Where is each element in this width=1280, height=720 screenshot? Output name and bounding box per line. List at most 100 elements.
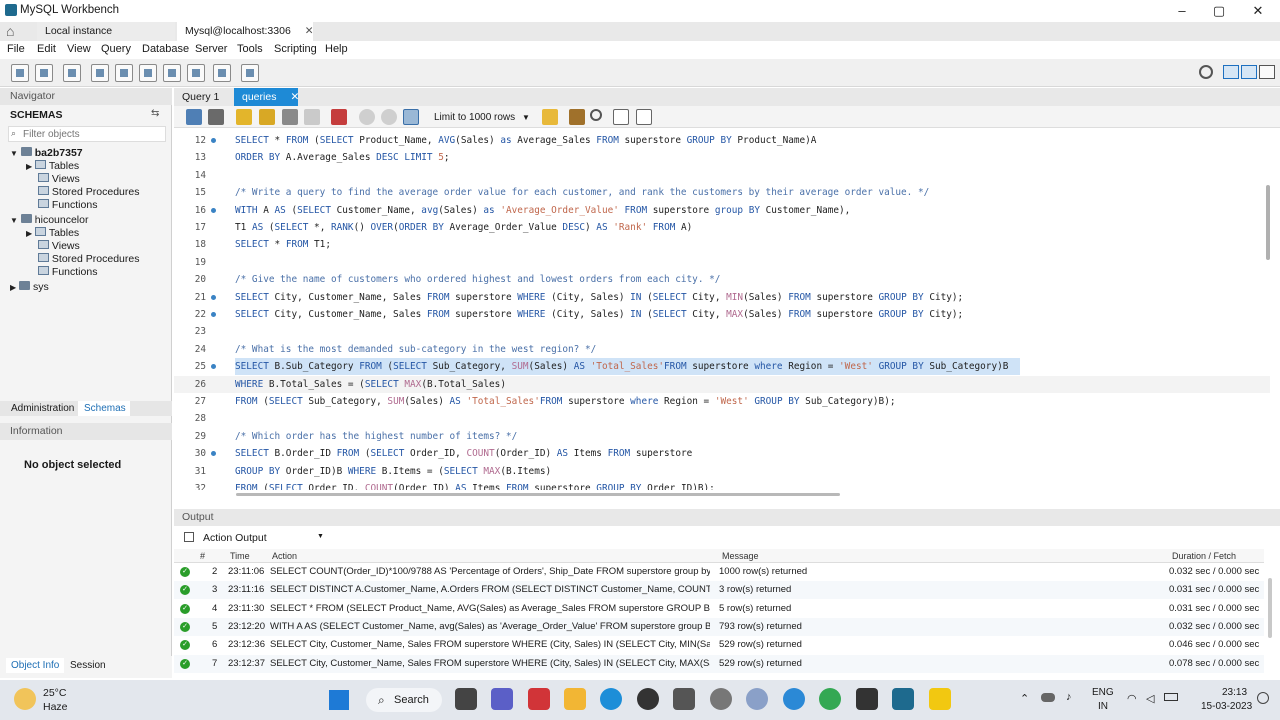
minimize-icon[interactable]: – — [1167, 2, 1197, 20]
limit-rows-select[interactable]: Limit to 1000 rows ▼ — [430, 109, 530, 126]
tree-item-views[interactable]: Views — [38, 240, 80, 252]
weather-temp[interactable]: 25°C — [43, 687, 66, 699]
sql-code-editor[interactable]: 12 SELECT * FROM (SELECT Product_Name, AV… — [174, 129, 1270, 490]
collapse-icon[interactable]: ▶ — [26, 162, 32, 171]
col-message[interactable]: Message — [722, 551, 759, 561]
menu-database[interactable]: Database — [142, 43, 189, 55]
code-line[interactable]: 14 — [174, 167, 1270, 184]
commit-icon[interactable] — [359, 109, 375, 125]
weather-icon[interactable] — [14, 688, 36, 710]
language-code[interactable]: ENG — [1092, 687, 1114, 698]
clock-time[interactable]: 23:13 — [1222, 687, 1247, 698]
open-file-icon[interactable] — [186, 109, 202, 125]
office-icon[interactable] — [528, 688, 550, 710]
settings-app-icon[interactable] — [710, 688, 732, 710]
volume-icon[interactable]: ◁ — [1146, 692, 1154, 705]
editor-horizontal-scrollbar[interactable] — [236, 493, 840, 496]
menu-query[interactable]: Query — [101, 43, 131, 55]
tab-schemas[interactable]: Schemas — [78, 401, 130, 416]
power-bi-icon[interactable] — [929, 688, 951, 710]
menu-edit[interactable]: Edit — [37, 43, 56, 55]
edge-icon[interactable] — [600, 688, 622, 710]
execute-icon[interactable] — [236, 109, 252, 125]
dell-icon[interactable] — [637, 688, 659, 710]
tree-item-tables[interactable]: ▶ Tables — [26, 160, 79, 172]
expand-icon[interactable]: ▼ — [10, 149, 18, 158]
close-tab-icon[interactable]: ✕ — [290, 91, 299, 103]
new-sql-tab-icon[interactable] — [11, 64, 29, 82]
schema-ba2b7357[interactable]: ▼ ba2b7357 — [10, 147, 83, 159]
find-icon[interactable] — [590, 109, 602, 121]
store-icon[interactable] — [673, 688, 695, 710]
tab-query-1[interactable]: Query 1 — [174, 88, 232, 106]
create-schema-icon[interactable] — [91, 64, 109, 82]
menu-scripting[interactable]: Scripting — [274, 43, 317, 55]
code-line[interactable]: 30 SELECT B.Order_ID FROM (SELECT Order_I… — [174, 445, 1270, 462]
toggle-error-stop-icon[interactable] — [331, 109, 347, 125]
invisible-chars-icon[interactable] — [613, 109, 629, 125]
tree-item-views[interactable]: Views — [38, 173, 80, 185]
schema-sys[interactable]: ▶ sys — [10, 281, 49, 293]
code-line[interactable]: 23 — [174, 323, 1270, 340]
tab-session[interactable]: Session — [70, 658, 106, 673]
code-line[interactable]: 20 /* Give the name of customers who orde… — [174, 271, 1270, 288]
col-time[interactable]: Time — [230, 551, 250, 561]
output-scrollbar[interactable] — [1268, 578, 1272, 638]
code-line[interactable]: 29 /* Which order has the highest number … — [174, 428, 1270, 445]
create-procedure-icon[interactable] — [163, 64, 181, 82]
chevron-down-icon[interactable]: ▼ — [317, 533, 324, 540]
code-line[interactable]: 17 T1 AS (SELECT *, RANK() OVER(ORDER BY … — [174, 219, 1270, 236]
microphone-icon[interactable]: ♪ — [1066, 691, 1072, 703]
word-wrap-icon[interactable] — [636, 109, 652, 125]
mysql-workbench-taskbar-icon[interactable] — [892, 688, 914, 710]
beautify-icon[interactable] — [542, 109, 558, 125]
battery-icon[interactable] — [1164, 693, 1178, 701]
menu-help[interactable]: Help — [325, 43, 348, 55]
code-line[interactable]: 24 /* What is the most demanded sub-categ… — [174, 341, 1270, 358]
code-line[interactable]: 22 SELECT City, Customer_Name, Sales FROM… — [174, 306, 1270, 323]
stop-icon[interactable] — [304, 109, 320, 125]
code-line[interactable]: 18 SELECT * FROM T1; — [174, 236, 1270, 253]
output-row[interactable]: ✓ 3 23:11:16 SELECT DISTINCT A.Customer_Nam… — [174, 581, 1264, 600]
code-line[interactable]: 32 FROM (SELECT Order_ID, COUNT(Order_ID)… — [174, 480, 1270, 490]
collapse-icon[interactable]: ▶ — [26, 229, 32, 238]
save-icon[interactable] — [208, 109, 224, 125]
col-number[interactable]: # — [200, 551, 205, 561]
code-line[interactable]: 26 WHERE B.Total_Sales = (SELECT MAX(B.To… — [174, 375, 1270, 393]
code-line[interactable]: 19 — [174, 254, 1270, 271]
output-row[interactable]: ✓ 4 23:11:30 SELECT * FROM (SELECT Product_… — [174, 600, 1264, 618]
menu-file[interactable]: File — [7, 43, 25, 55]
menu-server[interactable]: Server — [195, 43, 227, 55]
tab-object-info[interactable]: Object Info — [6, 658, 65, 673]
code-line[interactable]: 27 FROM (SELECT Sub_Category, SUM(Sales) … — [174, 393, 1270, 410]
collapse-icon[interactable]: ▶ — [10, 283, 16, 292]
weather-condition[interactable]: Haze — [43, 701, 68, 713]
menu-tools[interactable]: Tools — [237, 43, 263, 55]
filter-objects-field[interactable]: ⌕ — [8, 126, 166, 142]
maximize-icon[interactable]: ▢ — [1204, 2, 1234, 20]
toggle-sidebar-icon[interactable] — [1223, 65, 1239, 79]
output-row[interactable]: ✓ 6 23:12:36 SELECT City, Customer_Name, Sa… — [174, 636, 1264, 654]
copy-icon[interactable] — [184, 532, 194, 542]
action-output-select[interactable]: Action Output — [203, 532, 267, 544]
tree-item-stored-procedures[interactable]: Stored Procedures — [38, 186, 139, 198]
tree-item-stored-procedures[interactable]: Stored Procedures — [38, 253, 139, 265]
menu-view[interactable]: View — [67, 43, 91, 55]
search-table-data-icon[interactable] — [213, 64, 231, 82]
code-line[interactable]: 16 WITH A AS (SELECT Customer_Name, avg(S… — [174, 202, 1270, 219]
schema-hicouncelor[interactable]: ▼ hicouncelor — [10, 214, 88, 226]
code-line[interactable]: 12 SELECT * FROM (SELECT Product_Name, AV… — [174, 132, 1270, 149]
wifi-icon[interactable]: ◠ — [1127, 692, 1137, 705]
code-line[interactable]: 28 — [174, 410, 1270, 427]
code-line[interactable]: 13 ORDER BY A.Average_Sales DESC LIMIT 5; — [174, 149, 1270, 166]
r-app-icon[interactable] — [746, 688, 768, 710]
open-sql-script-icon[interactable] — [35, 64, 53, 82]
explain-icon[interactable] — [282, 109, 298, 125]
create-table-icon[interactable] — [115, 64, 133, 82]
create-view-icon[interactable] — [139, 64, 157, 82]
tree-item-functions[interactable]: Functions — [38, 266, 97, 278]
reconnect-icon[interactable] — [241, 64, 259, 82]
tab-local-instance[interactable]: Local instance MySQL80✕ — [37, 22, 175, 56]
col-duration[interactable]: Duration / Fetch — [1172, 551, 1236, 561]
terminal-icon[interactable] — [856, 688, 878, 710]
